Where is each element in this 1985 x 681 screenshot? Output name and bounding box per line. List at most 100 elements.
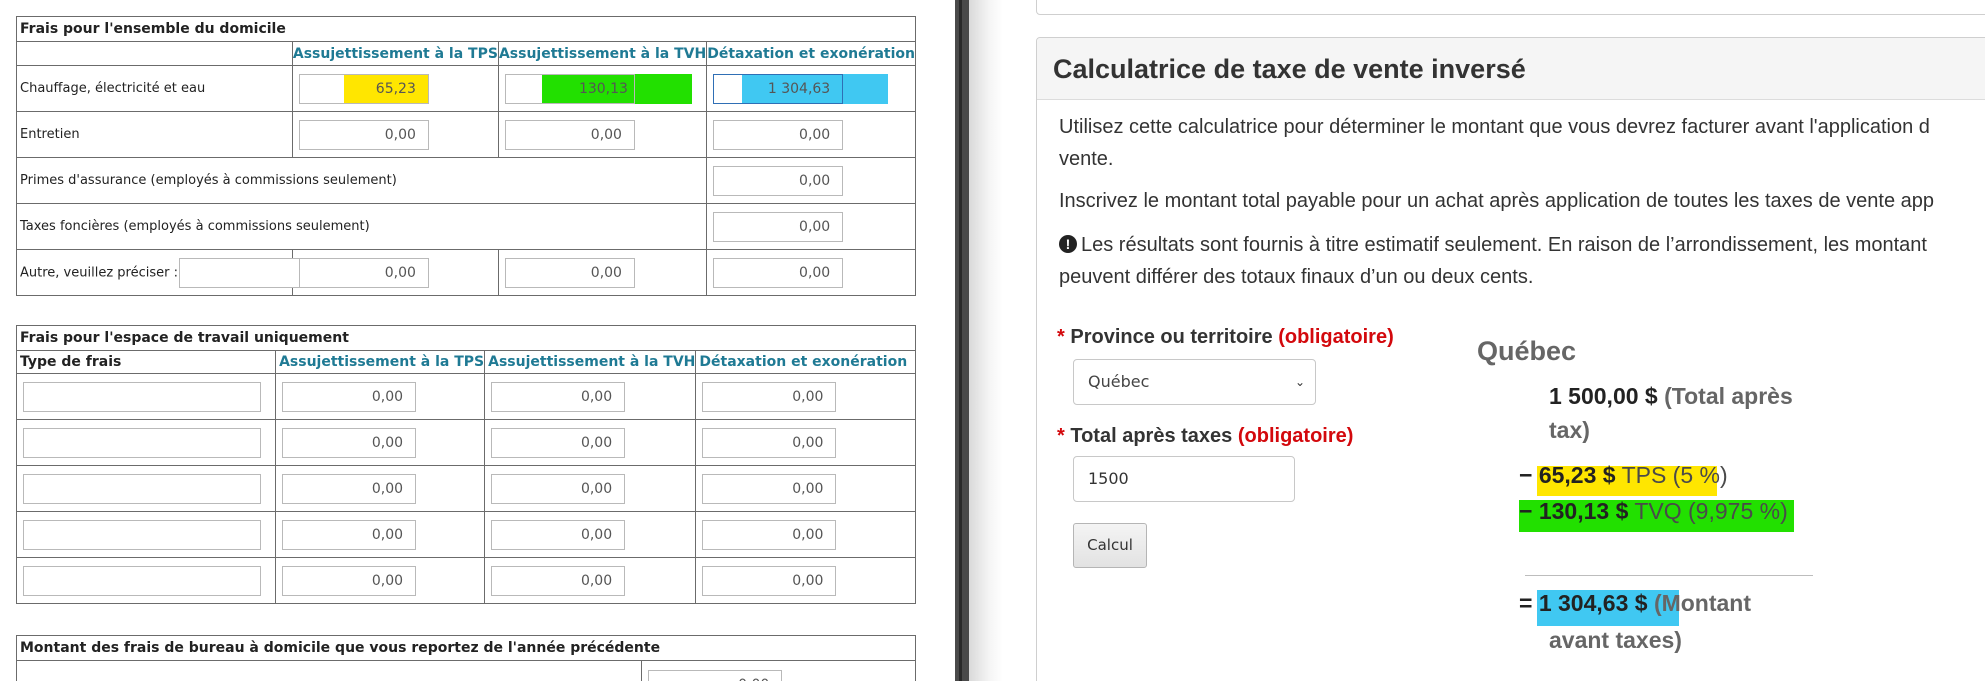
row-label: Autre, veuillez préciser : [20,265,178,280]
tvh-input[interactable]: 0,00 [491,519,626,550]
row-label: Taxes foncières (employés à commissions … [15,203,708,250]
previous-panel [1036,0,1985,15]
det-input[interactable]: 0,00 [702,381,837,412]
result-tvq-amount: 130,13 $ [1538,498,1629,524]
required-text: (obligatoire) [1237,425,1354,447]
result-divider [1525,575,1813,576]
calculate-button[interactable]: Calcul [1073,523,1147,568]
workspace-expenses-table: Frais pour l'espace de travail uniquemen… [15,325,916,604]
table-row: Primes d'assurance (employés à commissio… [15,157,916,204]
carryover-caption: Montant des frais de bureau à domicile q… [16,635,916,661]
expense-type-input[interactable] [23,565,261,596]
det-input[interactable]: 0,00 [713,119,844,150]
tps-input[interactable]: 0,00 [298,119,429,150]
province-select[interactable]: Québec ⌄ [1073,359,1316,405]
tvh-input[interactable]: 0,00 [491,473,626,504]
col-header-det: Détaxation et exonération [706,41,916,66]
window-divider[interactable] [955,0,969,681]
home-expenses-table: Frais pour l'ensemble du domicile Assuje… [15,16,916,296]
result-total-note: (Total après [1664,383,1793,409]
warning-text-line-1: ! Les résultats sont fournis à titre esti… [1059,234,1927,257]
home-expenses-caption: Frais pour l'ensemble du domicile [16,16,916,42]
det-input[interactable]: 0,00 [702,427,837,458]
col-header-tvh: Assujettissement à la TVH [497,41,708,66]
tps-input[interactable]: 0,00 [282,473,417,504]
expense-type-input[interactable] [23,519,261,550]
tps-input[interactable]: 65,23 [298,73,429,104]
province-label: * Province ou territoire (obligatoire) [1057,326,1394,349]
result-tps-line: − 65,23 $ TPS (5 %) [1519,462,1728,489]
col-header-type: Type de frais [15,350,277,374]
table-row: Entretien 0,00 0,00 0,00 [16,111,916,158]
table-row: 0,00 0,00 0,00 [15,557,916,604]
row-label: Primes d'assurance (employés à commissio… [15,157,708,204]
row-label: Chauffage, électricité et eau [16,65,293,112]
col-header-tps: Assujettissement à la TPS [275,350,486,374]
intro-text-line-1: Utilisez cette calculatrice pour détermi… [1059,116,1930,138]
expense-type-input[interactable] [23,473,261,504]
tvh-input[interactable]: 0,00 [491,427,626,458]
expense-type-input[interactable] [23,427,261,458]
col-header-det: Détaxation et exonération [695,350,916,374]
province-label-text: Province ou territoire [1070,326,1273,348]
minus-sign: − [1519,462,1533,488]
col-header-tvh: Assujettissement à la TVH [484,350,697,374]
expense-type-input[interactable] [23,381,261,412]
tps-input[interactable]: 0,00 [298,257,429,288]
det-input[interactable]: 0,00 [702,473,837,504]
result-total-line: 1 500,00 $ (Total après [1549,383,1793,410]
det-input[interactable]: 0,00 [713,165,844,196]
tps-input[interactable]: 0,00 [282,427,417,458]
required-star: * [1057,326,1065,348]
row-label: Entretien [16,111,293,158]
result-net-line: = 1 304,63 $ (Montant [1519,590,1751,617]
result-total-note-2: tax) [1549,417,1590,443]
chevron-down-icon: ⌄ [1294,375,1305,389]
table-row: Autre, veuillez préciser : 0,00 0,00 0,0… [16,249,916,296]
result-net-amount: 1 304,63 $ [1538,590,1648,616]
tps-input[interactable]: 0,00 [282,381,417,412]
panel-heading: Calculatrice de taxe de vente inversé [1037,38,1985,100]
table-row: 0,00 0,00 0,00 [15,511,916,558]
det-input[interactable]: 0,00 [713,257,844,288]
det-input[interactable]: 0,00 [702,565,837,596]
carryover-table: Montant des frais de bureau à domicile q… [15,635,916,681]
workspace-expenses-caption: Frais pour l'espace de travail uniquemen… [16,325,916,351]
reverse-tax-calculator-panel: Calculatrice de taxe de vente inversé Ut… [1036,37,1985,681]
warning-text-line-2: peuvent différer des totaux finaux d’un … [1059,266,1534,288]
tvh-input[interactable]: 0,00 [504,119,635,150]
tax-form-pane: Frais pour l'ensemble du domicile Assuje… [0,0,955,681]
province-select-value: Québec [1088,372,1150,391]
tps-input[interactable]: 0,00 [282,519,417,550]
det-input[interactable]: 1 304,63 [713,73,844,104]
panel-title: Calculatrice de taxe de vente inversé [1053,54,1526,84]
required-text: (obligatoire) [1278,326,1394,348]
minus-sign: − [1519,498,1533,524]
tps-input[interactable]: 0,00 [282,565,417,596]
result-tvq-line: − 130,13 $ TVQ (9,975 %) [1519,498,1788,525]
result-tps-amount: 65,23 $ [1538,462,1616,488]
total-after-tax-input[interactable]: 1500 [1073,456,1295,502]
result-province: Québec [1477,336,1577,366]
col-header-tps: Assujettissement à la TPS [291,41,499,66]
result-tvq-note: TVQ (9,975 %) [1634,498,1788,524]
required-star: * [1057,425,1065,447]
carryover-input[interactable]: 0,00 [648,670,783,681]
exclamation-circle-icon: ! [1059,235,1077,253]
tvh-input[interactable]: 0,00 [504,257,635,288]
result-total-amount: 1 500,00 $ [1549,383,1658,409]
tvh-input[interactable]: 0,00 [491,381,626,412]
result-net-note: (Montant [1653,590,1752,616]
equals-sign: = [1519,590,1533,616]
table-row: 0,00 0,00 0,00 [15,419,916,466]
total-label-text: Total après taxes [1070,425,1233,447]
det-input[interactable]: 0,00 [713,211,844,242]
tvh-input[interactable]: 130,13 [504,73,635,104]
calculator-pane: Calculatrice de taxe de vente inversé Ut… [969,0,1985,681]
result-total-line-2: tax) [1549,417,1590,444]
warning-text: Les résultats sont fournis à titre estim… [1081,234,1927,256]
instruction-text: Inscrivez le montant total payable pour … [1059,190,1934,212]
table-row: 0,00 0,00 0,00 [15,465,916,512]
det-input[interactable]: 0,00 [702,519,837,550]
tvh-input[interactable]: 0,00 [491,565,626,596]
